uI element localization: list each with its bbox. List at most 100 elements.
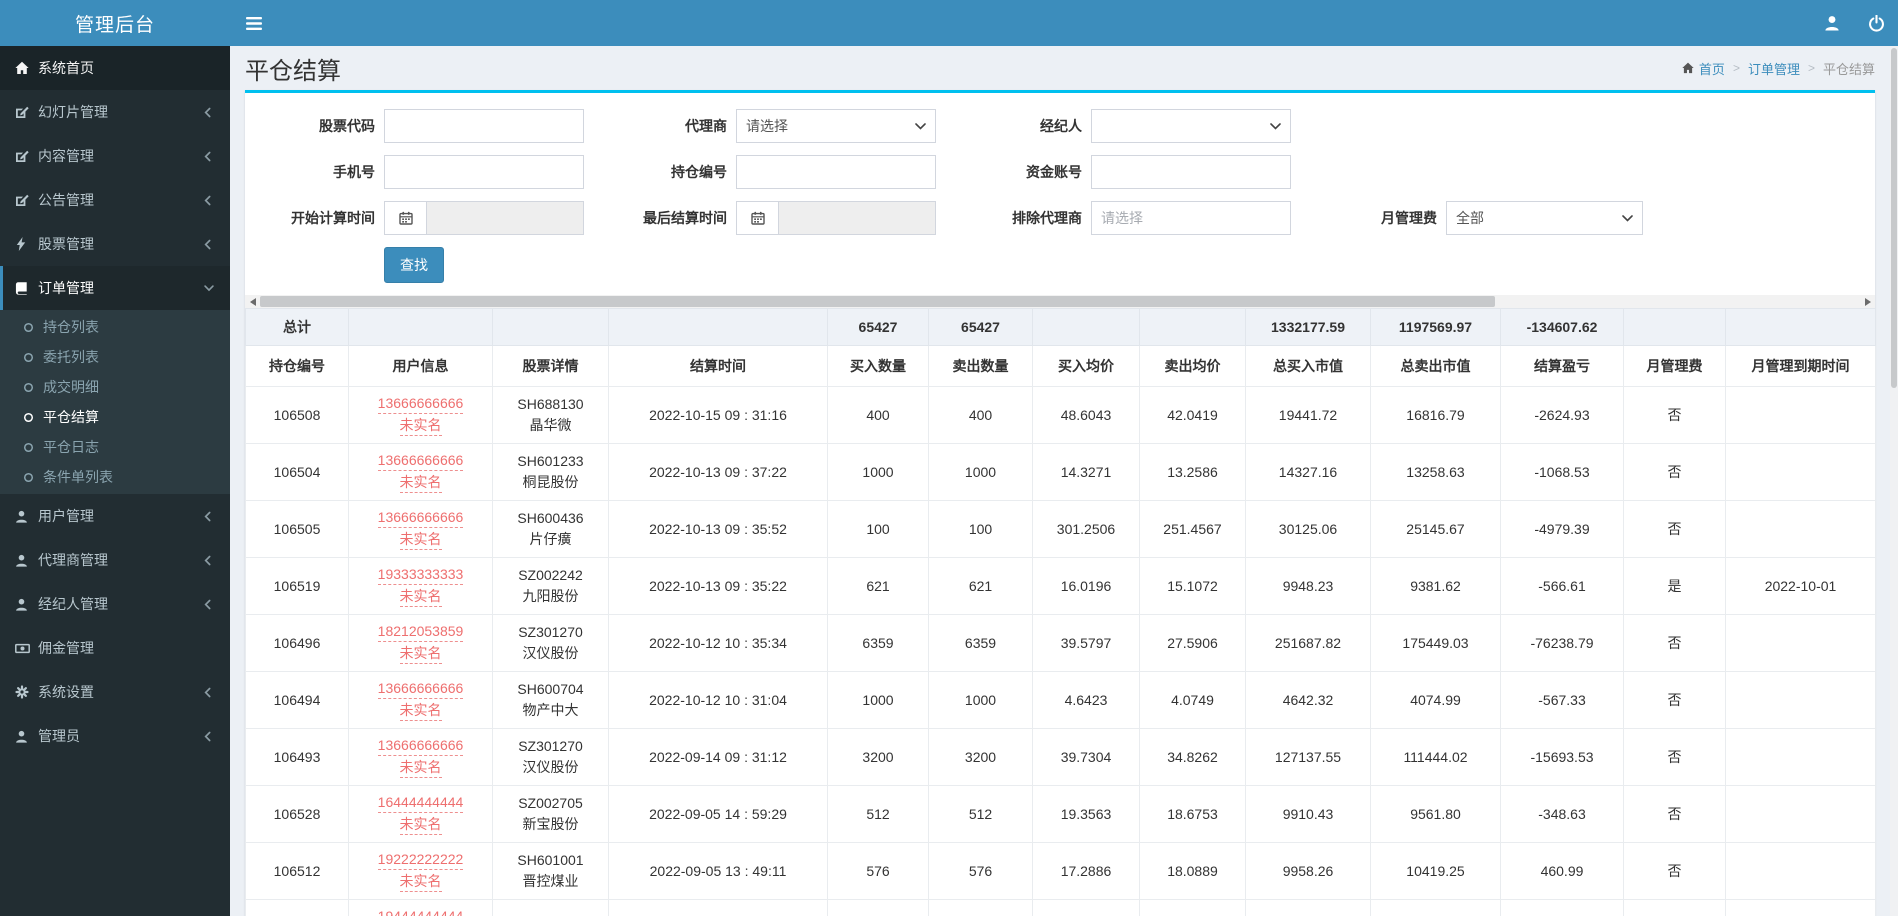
- scroll-left-arrow-icon[interactable]: [245, 295, 260, 308]
- sidebar-item-label: 幻灯片管理: [38, 104, 108, 120]
- horizontal-scrollbar[interactable]: [245, 295, 1875, 308]
- sidebar-subitem-condition-orders[interactable]: 条件单列表: [0, 462, 230, 492]
- column-header-pnl: 结算盈亏: [1500, 345, 1624, 387]
- content-header: 平仓结算 首页 > 订单管理 > 平仓结算: [245, 46, 1875, 90]
- stock-code-input[interactable]: [384, 109, 584, 143]
- sidebar-item-content[interactable]: 内容管理: [0, 134, 230, 178]
- user-verify-link[interactable]: 未实名: [353, 529, 488, 551]
- user-phone-link[interactable]: 13666666666: [353, 678, 488, 700]
- user-verify-link[interactable]: 未实名: [353, 643, 488, 665]
- calendar-icon[interactable]: [736, 201, 778, 235]
- totals-cell-time: [608, 308, 828, 346]
- stock-code: SH688130: [517, 396, 584, 412]
- user-phone-link[interactable]: 13666666666: [353, 735, 488, 757]
- user-verify-link[interactable]: 未实名: [353, 757, 488, 779]
- calendar-icon[interactable]: [384, 201, 426, 235]
- phone-input[interactable]: [384, 155, 584, 189]
- position-no-input[interactable]: [736, 155, 936, 189]
- sidebar-subitem-close-logs[interactable]: 平仓日志: [0, 432, 230, 462]
- cell-sell_avg: 34.8262: [1139, 728, 1246, 786]
- cell-buy_value: 251687.82: [1245, 614, 1371, 672]
- cell-time: 2022-10-12 10 : 31:04: [608, 671, 828, 729]
- sidebar-subitem-settlement[interactable]: 平仓结算: [0, 402, 230, 432]
- user-phone-link[interactable]: 16444444444: [353, 792, 488, 814]
- cell-expire: [1725, 728, 1876, 786]
- cell-user: 18212053859 未实名: [348, 614, 493, 672]
- user-phone-link[interactable]: 13666666666: [353, 450, 488, 472]
- cell-user: 19333333333 未实名: [348, 557, 493, 615]
- cell-stock: SZ002705 新宝股份: [492, 785, 609, 843]
- breadcrumb-link[interactable]: 首页: [1682, 59, 1725, 78]
- user-phone-link[interactable]: 19333333333: [353, 564, 488, 586]
- user-phone-link[interactable]: 13666666666: [353, 507, 488, 529]
- circle-icon: [23, 442, 34, 453]
- sidebar-item-stocks[interactable]: 股票管理: [0, 222, 230, 266]
- last-time-input[interactable]: [778, 201, 936, 235]
- fund-account-input[interactable]: [1091, 155, 1291, 189]
- power-icon[interactable]: [1854, 0, 1898, 46]
- sidebar-item-brokers[interactable]: 经纪人管理: [0, 582, 230, 626]
- app-logo[interactable]: 管理后台: [0, 0, 230, 46]
- start-time-input[interactable]: [426, 201, 584, 235]
- cell-expire: [1725, 386, 1876, 444]
- sidebar-item-notice[interactable]: 公告管理: [0, 178, 230, 222]
- cell-sell_qty: 100: [928, 500, 1033, 558]
- column-header-monthly: 月管理费: [1623, 345, 1726, 387]
- user-icon[interactable]: [1810, 0, 1854, 46]
- totals-cell-sell_qty: 65427: [928, 308, 1033, 346]
- sidebar-item-home[interactable]: 系统首页: [0, 46, 230, 90]
- cell-user: 13666666666 未实名: [348, 728, 493, 786]
- cell-buy_qty: 6359: [827, 614, 929, 672]
- user-verify-link[interactable]: 未实名: [353, 586, 488, 608]
- scroll-right-arrow-icon[interactable]: [1860, 295, 1875, 308]
- fund-account-label: 资金账号: [1026, 163, 1082, 180]
- user-verify-link[interactable]: 未实名: [353, 700, 488, 722]
- user-verify-link[interactable]: 未实名: [353, 472, 488, 494]
- vertical-scrollbar-thumb[interactable]: [1891, 48, 1897, 388]
- user-verify-link[interactable]: 未实名: [353, 415, 488, 437]
- cell-monthly: 是: [1623, 557, 1726, 615]
- user-verify-link[interactable]: 未实名: [353, 871, 488, 893]
- stock-name: 片仔癀: [529, 531, 572, 547]
- sidebar-item-commission[interactable]: 佣金管理: [0, 626, 230, 670]
- sidebar-item-orders[interactable]: 订单管理: [0, 266, 230, 310]
- table-row: 106493 13666666666 未实名 SZ301270 汉仪股份 2022-09-…: [245, 728, 1876, 786]
- cell-sell_avg: 15.1072: [1139, 557, 1246, 615]
- cell-monthly: 否: [1623, 443, 1726, 501]
- user-phone-link[interactable]: 13666666666: [353, 393, 488, 415]
- stock-code: SZ301270: [518, 624, 583, 640]
- edit-icon: [15, 149, 38, 163]
- sidebar-item-settings[interactable]: 系统设置: [0, 670, 230, 714]
- monthly-fee-select[interactable]: 全部: [1446, 201, 1643, 235]
- header-row: 持仓编号 用户信息 股票详情 结算时间 买入数量 卖出数量 买入均价 卖出均价 总买入市值 总卖出…: [245, 345, 1876, 387]
- cell-time: 2022-09-05 14 : 59:29: [608, 785, 828, 843]
- content-area: 平仓结算 首页 > 订单管理 > 平仓结算 股票代码 代理商 请选择 经纪人 手…: [230, 46, 1890, 916]
- horizontal-scrollbar-thumb[interactable]: [260, 296, 1495, 307]
- sidebar-item-slides[interactable]: 幻灯片管理: [0, 90, 230, 134]
- broker-select[interactable]: [1091, 109, 1291, 143]
- exclude-agent-input[interactable]: [1091, 201, 1291, 235]
- user-phone-link[interactable]: 19444444444: [353, 906, 488, 916]
- cell-buy_qty: 1000: [827, 671, 929, 729]
- sidebar-item-label: 系统首页: [38, 60, 94, 76]
- sidebar-subitem-positions[interactable]: 持仓列表: [0, 312, 230, 342]
- cell-expire: [1725, 614, 1876, 672]
- sidebar-subitem-label: 平仓结算: [43, 409, 99, 425]
- sidebar-item-agents[interactable]: 代理商管理: [0, 538, 230, 582]
- search-button[interactable]: 查找: [384, 247, 444, 283]
- sidebar-subitem-deals[interactable]: 成交明细: [0, 372, 230, 402]
- cell-monthly: 否: [1623, 671, 1726, 729]
- user-phone-link[interactable]: 18212053859: [353, 621, 488, 643]
- user-phone-link[interactable]: 19222222222: [353, 849, 488, 871]
- sidebar-subitem-entrust[interactable]: 委托列表: [0, 342, 230, 372]
- cell-buy_qty: 3200: [827, 728, 929, 786]
- broker-label: 经纪人: [1040, 117, 1082, 134]
- sidebar-item-admin[interactable]: 管理员: [0, 714, 230, 758]
- breadcrumb-link[interactable]: 订单管理: [1748, 59, 1800, 78]
- hamburger-icon[interactable]: [230, 0, 278, 46]
- cell-buy_qty: 512: [827, 785, 929, 843]
- sidebar-item-users[interactable]: 用户管理: [0, 494, 230, 538]
- agent-select[interactable]: 请选择: [736, 109, 936, 143]
- vertical-scrollbar[interactable]: [1890, 46, 1898, 916]
- user-verify-link[interactable]: 未实名: [353, 814, 488, 836]
